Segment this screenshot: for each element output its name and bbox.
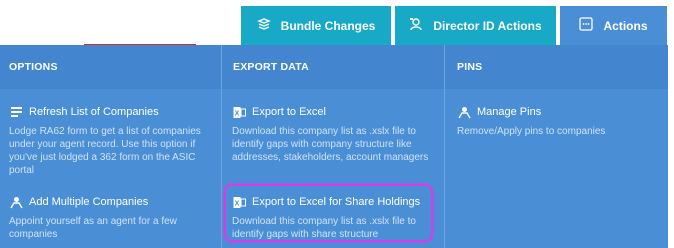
pin-icon [457, 105, 471, 119]
manage-pins-label: Manage Pins [477, 106, 542, 118]
manage-pins-desc: Remove/Apply pins to companies [457, 126, 606, 137]
tab-bundle-changes[interactable]: Bundle Changes [241, 6, 391, 45]
tab-bundle-label: Bundle Changes [280, 18, 376, 33]
column-header-pins: PINS [457, 61, 483, 73]
id-card-icon [409, 17, 433, 34]
list-refresh-icon [9, 105, 23, 119]
option-refresh-companies[interactable]: Refresh List of Companies Lodge RA62 for… [9, 105, 217, 177]
excel-icon: X [232, 105, 246, 119]
export-excel-label: Export to Excel [252, 106, 326, 118]
option-add-multiple-companies[interactable]: Add Multiple Companies Appoint yourself … [9, 195, 217, 241]
tab-actions-label: Actions [603, 18, 648, 33]
column-divider [444, 45, 445, 248]
option-refresh-desc: Lodge RA62 form to get a list of compani… [9, 126, 201, 176]
tab-director-id-actions[interactable]: Director ID Actions [395, 6, 556, 45]
tab-director-label: Director ID Actions [433, 18, 542, 33]
column-divider [221, 45, 222, 248]
export-to-excel[interactable]: X Export to Excel Download this company … [232, 105, 438, 164]
export-excel-desc: Download this company list as .xslx file… [232, 126, 429, 163]
option-add-desc: Appoint yourself as an agent for a few c… [9, 216, 177, 240]
bundle-icon [256, 17, 281, 34]
option-refresh-label: Refresh List of Companies [29, 106, 159, 118]
svg-text:X: X [234, 110, 239, 117]
add-agent-icon [9, 195, 23, 209]
manage-pins[interactable]: Manage Pins Remove/Apply pins to compani… [457, 105, 663, 138]
more-actions-icon [579, 17, 603, 34]
option-add-label: Add Multiple Companies [29, 196, 149, 208]
column-header-export: EXPORT DATA [233, 61, 309, 73]
highlight-outline [224, 184, 433, 242]
column-header-options: OPTIONS [9, 61, 58, 73]
column-header-row [0, 45, 668, 89]
tab-actions[interactable]: Actions [560, 6, 667, 45]
